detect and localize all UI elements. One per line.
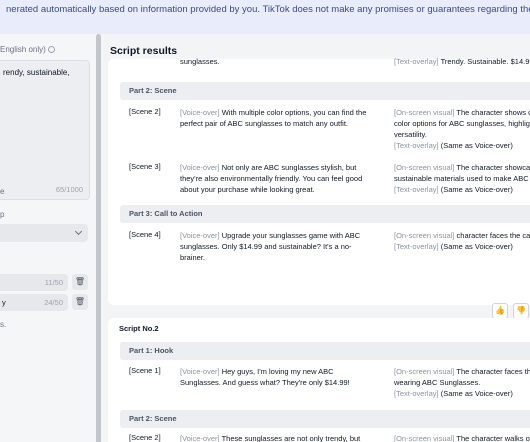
scene-label: [Scene 1] bbox=[129, 366, 161, 375]
visual-line: wearing ABC Sunglasses. bbox=[394, 378, 481, 387]
text-overlay-text: (Same as Voice-over) bbox=[440, 389, 513, 398]
voice-over-tag: [Voice-over] bbox=[180, 231, 220, 240]
voice-over-line: Upgrade your sunglasses game with ABC bbox=[221, 231, 361, 240]
results-title: Script results bbox=[110, 45, 178, 57]
text-overlay-tag: [Text-overlay] bbox=[394, 389, 439, 398]
voice-over-line: they're also environmentally friendly. Y… bbox=[180, 174, 363, 183]
visual-line: The character walks o bbox=[456, 434, 530, 442]
visual-text: [On-screen visual] character faces the c… bbox=[394, 230, 530, 252]
visual-line: color options for ABC sunglasses, highli… bbox=[394, 119, 530, 128]
script-card: sunglasses. [Text-overlay] Trendy. Susta… bbox=[108, 56, 530, 319]
language-label-text: English only) bbox=[0, 45, 46, 54]
text-overlay-tag: [Text-overlay] bbox=[394, 57, 439, 66]
voice-over-tag: [Voice-over] bbox=[180, 108, 220, 117]
voice-over-text: [Voice-over] With multiple color options… bbox=[180, 107, 366, 129]
visual-text: [On-screen visual] The character walks o bbox=[394, 433, 530, 442]
visual-line: versatility. bbox=[394, 130, 427, 139]
text-overlay-tag: [Text-overlay] bbox=[394, 185, 439, 194]
visual-tag: [On-screen visual] bbox=[394, 367, 455, 376]
visual-line: The character faces th bbox=[456, 367, 530, 376]
voice-over-text: [Voice-over] These sunglasses are not on… bbox=[180, 433, 360, 442]
visual-line: character faces the ca bbox=[456, 231, 530, 240]
field-label: e bbox=[0, 187, 5, 196]
text-field[interactable]: 11/50 bbox=[0, 274, 68, 291]
field-counter: 24/50 bbox=[44, 298, 63, 307]
voice-over-tag: [Voice-over] bbox=[180, 367, 220, 376]
text-overlay-tag: [Text-overlay] bbox=[394, 141, 439, 150]
info-icon[interactable] bbox=[47, 46, 55, 54]
product-description-textarea[interactable]: rendy, sustainable, 65/1000 bbox=[0, 60, 90, 200]
scene-label: [Scene 4] bbox=[129, 230, 161, 239]
scene-label: [Scene 2] bbox=[129, 107, 161, 116]
voice-over-line: Sunglasses. And guess what? They're only… bbox=[180, 378, 350, 387]
text-field[interactable]: y 24/50 bbox=[0, 294, 68, 311]
text-overlay: [Text-overlay] Trendy. Sustainable. $14.… bbox=[394, 56, 530, 67]
voice-over-line: These sunglasses are not only trendy, bu… bbox=[221, 434, 361, 442]
part-header: Part 3: Call to Action bbox=[120, 205, 530, 223]
voice-over-tag: [Voice-over] bbox=[180, 434, 220, 442]
script-card: Script No.2 Part 1: Hook [Scene 1] [Voic… bbox=[108, 318, 530, 442]
text-overlay-tag: [Text-overlay] bbox=[394, 242, 439, 251]
visual-tag: [On-screen visual] bbox=[394, 434, 455, 442]
text-overlay-text: (Same as Voice-over) bbox=[440, 242, 513, 251]
field-value: y bbox=[2, 298, 6, 307]
trash-icon[interactable]: 🗑 bbox=[72, 274, 88, 290]
textarea-counter: 65/1000 bbox=[55, 185, 83, 194]
thumbs-down-icon[interactable]: 👎 bbox=[513, 303, 529, 319]
voice-over-text: [Voice-over] Hey guys, I'm loving my new… bbox=[180, 366, 350, 388]
scrollbar-thumb[interactable] bbox=[96, 34, 101, 442]
voice-over-line: sunglasses. Only $14.99 and sustainable?… bbox=[180, 242, 352, 251]
visual-line: The character showca bbox=[456, 163, 530, 172]
part-header: Part 2: Scene bbox=[120, 82, 530, 100]
voice-over-line: Not only are ABC sunglasses stylish, but bbox=[221, 163, 357, 172]
text-overlay-text: (Same as Voice-over) bbox=[440, 141, 513, 150]
input-panel: English only) rendy, sustainable, 65/100… bbox=[0, 34, 104, 442]
voice-over-line: perfect pair of ABC sunglasses to match … bbox=[180, 119, 349, 128]
trash-icon[interactable]: 🗑 bbox=[72, 294, 88, 310]
field-label: p bbox=[0, 210, 5, 219]
part-header: Part 1: Hook bbox=[120, 342, 530, 360]
chevron-down-icon bbox=[74, 227, 83, 236]
voice-over-text: sunglasses. bbox=[180, 57, 220, 66]
disclaimer-banner: nerated automatically based on informati… bbox=[0, 0, 530, 34]
visual-line: The character shows o bbox=[456, 108, 530, 117]
visual-tag: [On-screen visual] bbox=[394, 108, 455, 117]
voice-over-tag: [Voice-over] bbox=[180, 163, 220, 172]
visual-text: [On-screen visual] The character shows o… bbox=[394, 107, 530, 151]
helper-text: s. bbox=[0, 320, 7, 329]
voice-over-text: [Voice-over] Not only are ABC sunglasses… bbox=[180, 162, 362, 195]
visual-line: sustainable materials used to make ABC s bbox=[394, 174, 530, 183]
script-title: Script No.2 bbox=[119, 324, 159, 333]
language-label: English only) bbox=[0, 45, 55, 54]
voice-over-line: With multiple color options, you can fin… bbox=[221, 108, 367, 117]
text-overlay-text: (Same as Voice-over) bbox=[440, 185, 513, 194]
part-header: Part 2: Scene bbox=[120, 410, 530, 428]
voice-over-line: Hey guys, I'm loving my new ABC bbox=[221, 367, 334, 376]
textarea-value: rendy, sustainable, bbox=[3, 68, 70, 77]
visual-text: [On-screen visual] The character showca … bbox=[394, 162, 530, 195]
field-counter: 11/50 bbox=[44, 278, 63, 287]
voice-over-line: about your purchase while looking great. bbox=[180, 185, 315, 194]
voice-over-line: brainer. bbox=[180, 253, 206, 262]
visual-tag: [On-screen visual] bbox=[394, 231, 455, 240]
thumbs-up-icon[interactable]: 👍 bbox=[492, 303, 508, 319]
scene-label: [Scene 2] bbox=[129, 433, 161, 442]
results-panel: Script results sunglasses. [Text-overlay… bbox=[108, 34, 530, 442]
visual-text: [On-screen visual] The character faces t… bbox=[394, 366, 530, 399]
scene-label: [Scene 3] bbox=[129, 162, 161, 171]
visual-tag: [On-screen visual] bbox=[394, 163, 455, 172]
dropdown-select[interactable] bbox=[0, 224, 88, 242]
text-overlay-text: Trendy. Sustainable. $14.99 bbox=[440, 57, 530, 66]
voice-over-text: [Voice-over] Upgrade your sunglasses gam… bbox=[180, 230, 360, 263]
